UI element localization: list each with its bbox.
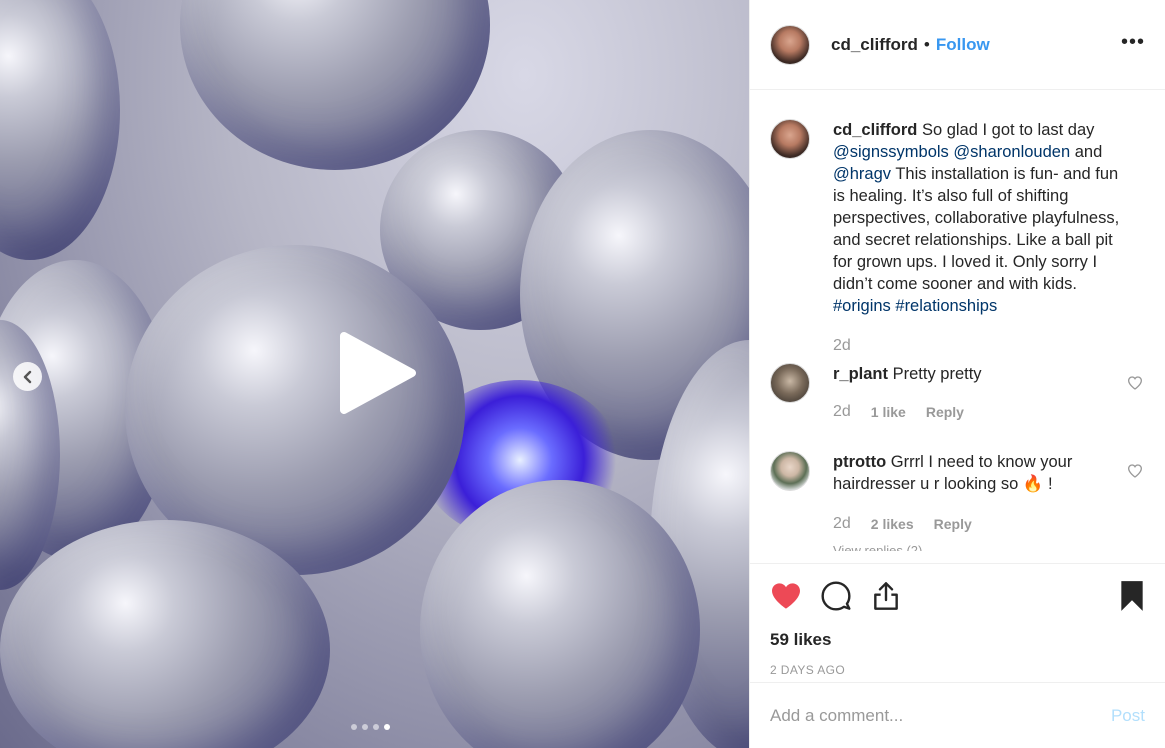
caption-text: This installation is fun- and fun is hea… <box>833 165 1120 293</box>
post-date[interactable]: 2 DAYS AGO <box>770 663 1145 677</box>
bookmark-icon[interactable] <box>1119 580 1145 612</box>
caption: cd_clifford So glad I got to last day @s… <box>770 119 1145 357</box>
comment-bubble-icon[interactable] <box>820 580 852 612</box>
post-comment-button[interactable]: Post <box>1111 706 1145 726</box>
comments-list[interactable]: cd_clifford So glad I got to last day @s… <box>750 91 1165 563</box>
post-actions: 59 likes 2 DAYS AGO <box>750 563 1165 681</box>
comment-like-heart-icon[interactable] <box>1127 375 1143 391</box>
play-button[interactable] <box>338 330 418 416</box>
caption-username[interactable]: cd_clifford <box>833 121 917 139</box>
reply-button[interactable]: Reply <box>926 401 964 423</box>
post-media[interactable] <box>0 0 749 748</box>
carousel-dot <box>351 724 357 730</box>
like-heart-icon[interactable] <box>770 580 802 612</box>
commenter-username[interactable]: ptrotto <box>833 453 886 471</box>
comment-age[interactable]: 2d <box>833 401 851 423</box>
caption-body: cd_clifford So glad I got to last day @s… <box>833 119 1123 357</box>
hashtag-link[interactable]: #relationships <box>895 297 997 315</box>
more-options-button[interactable]: ••• <box>1121 32 1145 52</box>
post-side-panel: cd_clifford • Follow ••• cd_clifford So … <box>749 0 1165 748</box>
comment-age[interactable]: 2d <box>833 513 851 535</box>
comment-item: r_plant Pretty pretty 2d 1 like Reply <box>770 363 1145 423</box>
action-icons <box>770 578 1145 614</box>
comment-input[interactable] <box>770 705 1111 726</box>
mention-link[interactable]: @signssymbols <box>833 143 949 161</box>
carousel-dot <box>373 724 379 730</box>
comment-meta: 2d 1 like Reply <box>833 401 1123 423</box>
follow-button[interactable]: Follow <box>936 35 990 55</box>
comment-body: r_plant Pretty pretty 2d 1 like Reply <box>833 363 1123 423</box>
previous-slide-button[interactable] <box>13 362 42 391</box>
header-separator: • <box>923 34 930 54</box>
carousel-dot <box>362 724 368 730</box>
author-avatar[interactable] <box>770 24 810 65</box>
post-header: cd_clifford • Follow ••• <box>750 0 1165 90</box>
caption-avatar[interactable] <box>770 119 810 159</box>
hashtag-link[interactable]: #origins <box>833 297 891 315</box>
view-replies-link[interactable]: View replies (2) <box>833 543 1145 551</box>
comment-likes[interactable]: 2 likes <box>871 513 914 535</box>
comment-text: Pretty pretty <box>892 365 982 383</box>
share-icon[interactable] <box>870 580 902 612</box>
comment-item: ptrotto Grrrl I need to know your hairdr… <box>770 451 1145 535</box>
caption-text: So glad I got to last day <box>921 121 1095 139</box>
reply-button[interactable]: Reply <box>934 513 972 535</box>
commenter-avatar[interactable] <box>770 451 810 491</box>
mention-link[interactable]: @sharonlouden <box>953 143 1070 161</box>
carousel-indicator <box>351 724 390 730</box>
comment-body: ptrotto Grrrl I need to know your hairdr… <box>833 451 1123 535</box>
comment-likes[interactable]: 1 like <box>871 401 906 423</box>
play-icon <box>340 332 416 414</box>
author-username[interactable]: cd_clifford <box>831 35 918 55</box>
caption-age[interactable]: 2d <box>833 335 851 357</box>
comment-like-heart-icon[interactable] <box>1127 463 1143 479</box>
commenter-username[interactable]: r_plant <box>833 365 888 383</box>
chevron-left-icon <box>23 370 31 383</box>
like-count[interactable]: 59 likes <box>770 630 1145 650</box>
commenter-avatar[interactable] <box>770 363 810 403</box>
mention-link[interactable]: @hragv <box>833 165 891 183</box>
carousel-dot-active <box>384 724 390 730</box>
caption-meta: 2d <box>833 335 1123 357</box>
comment-meta: 2d 2 likes Reply <box>833 513 1123 535</box>
add-comment-bar: Post <box>750 682 1165 748</box>
balloon <box>0 0 120 260</box>
caption-text: and <box>1074 143 1103 161</box>
